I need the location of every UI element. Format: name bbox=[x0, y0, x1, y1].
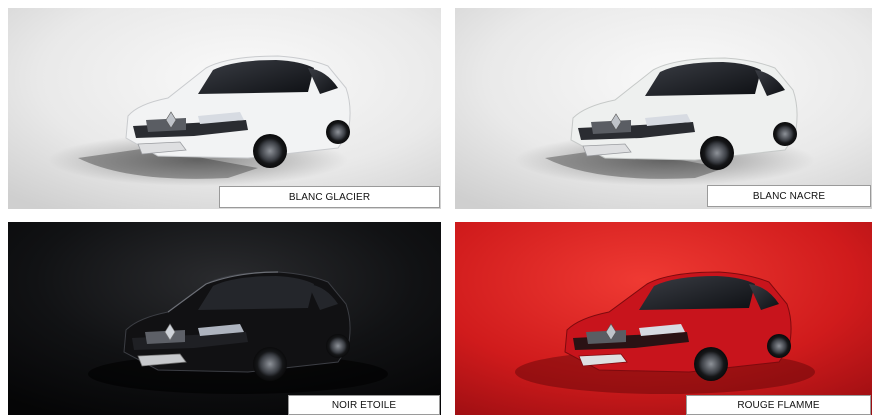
color-swatch-blanc-glacier: BLANC GLACIER bbox=[8, 8, 441, 209]
color-swatch-rouge-flamme: ROUGE FLAMME bbox=[455, 222, 872, 415]
car-photo bbox=[8, 8, 441, 209]
color-swatch-blanc-nacre: BLANC NACRE bbox=[455, 8, 872, 209]
color-caption: BLANC GLACIER bbox=[219, 186, 440, 208]
car-photo bbox=[455, 222, 872, 415]
car-photo bbox=[8, 222, 441, 415]
color-caption: NOIR ETOILE bbox=[288, 395, 440, 415]
color-swatch-noir-etoile: NOIR ETOILE bbox=[8, 222, 441, 415]
color-caption: BLANC NACRE bbox=[707, 185, 871, 207]
car-photo bbox=[455, 8, 872, 209]
color-caption: ROUGE FLAMME bbox=[686, 395, 871, 415]
